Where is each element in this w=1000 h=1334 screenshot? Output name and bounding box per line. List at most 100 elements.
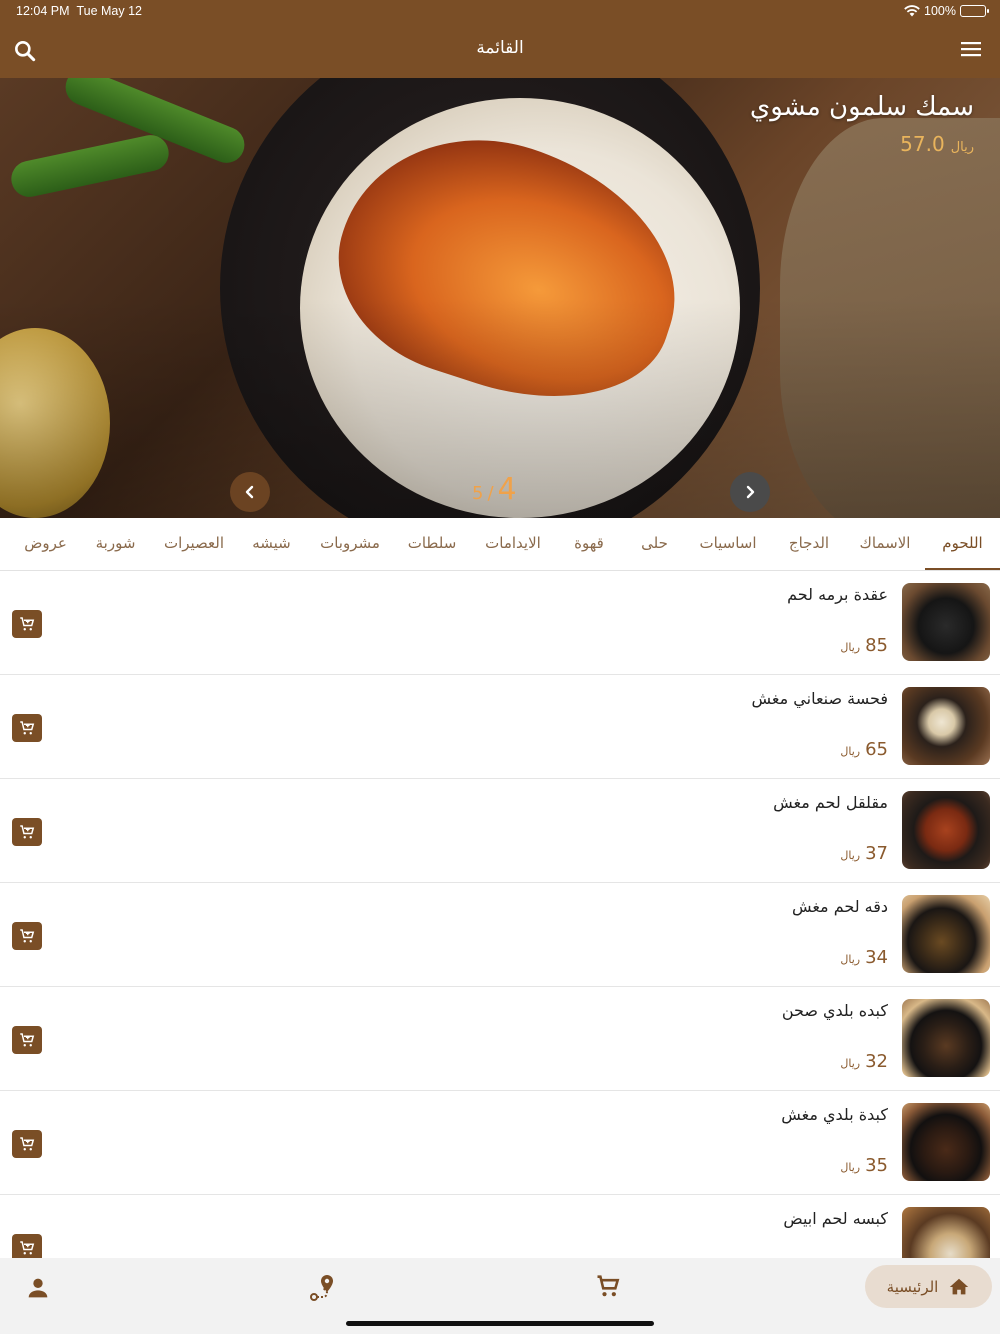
- carousel-prev-button[interactable]: [230, 472, 270, 512]
- list-item[interactable]: دقه لحم مغش 34 ريال: [0, 883, 1000, 987]
- hamburger-menu-icon: [961, 42, 981, 57]
- home-indicator: [346, 1321, 654, 1326]
- nav-home-button[interactable]: الرئيسية: [865, 1265, 992, 1308]
- add-cart-icon: [20, 1241, 35, 1255]
- page-title: القائمة: [476, 38, 524, 58]
- item-name: فحسة صنعاني مغش: [751, 689, 888, 708]
- tab-chicken[interactable]: الدجاج: [778, 518, 840, 570]
- list-item[interactable]: كبده بلدي صحن 32 ريال: [0, 987, 1000, 1091]
- add-to-cart-button[interactable]: [12, 1026, 42, 1054]
- menu-items-list: عقدة برمه لحم 85 ريال فحسة صنعاني مغش 65…: [0, 571, 1000, 1258]
- carousel-next-button[interactable]: [730, 472, 770, 512]
- item-currency: ريال: [840, 641, 861, 654]
- tab-soup[interactable]: شوربة: [88, 518, 143, 570]
- status-date: Tue May 12: [76, 4, 143, 18]
- item-currency: ريال: [840, 1057, 861, 1070]
- status-time: 12:04 PM Tue May 12: [16, 4, 142, 18]
- add-to-cart-button[interactable]: [12, 714, 42, 742]
- item-price-value: 37: [865, 843, 888, 864]
- carousel-counter: 5 / 4: [472, 472, 517, 507]
- item-name: كبدة بلدي مغش: [781, 1105, 888, 1124]
- carousel-separator: /: [487, 483, 494, 504]
- item-name: دقه لحم مغش: [791, 897, 888, 916]
- item-price-value: 34: [865, 947, 888, 968]
- chevron-right-icon: [746, 485, 755, 499]
- tab-desserts[interactable]: حلى: [632, 518, 677, 570]
- item-name: مقلقل لحم مغش: [773, 793, 888, 812]
- cart-icon: [597, 1275, 620, 1297]
- nav-cart-button[interactable]: [594, 1272, 622, 1300]
- item-price-value: 35: [865, 1155, 888, 1176]
- item-price: 65 ريال: [840, 739, 888, 760]
- home-icon: [950, 1278, 969, 1294]
- list-item[interactable]: عقدة برمه لحم 85 ريال: [0, 571, 1000, 675]
- person-icon: [28, 1278, 48, 1298]
- carousel-total: 5: [472, 483, 484, 504]
- featured-banner[interactable]: سمك سلمون مشوي ريال 57.0 5 / 4: [0, 78, 1000, 518]
- item-price: 34 ريال: [840, 947, 888, 968]
- item-name: كبده بلدي صحن: [781, 1001, 888, 1020]
- nav-home-label: الرئيسية: [886, 1277, 939, 1296]
- hero-dish-price: ريال 57.0: [900, 132, 974, 156]
- status-indicators: 100%: [904, 4, 989, 18]
- item-thumbnail: [902, 1103, 990, 1181]
- item-thumbnail: [902, 687, 990, 765]
- route-pin-icon: [310, 1275, 333, 1301]
- wifi-icon: [904, 5, 920, 17]
- tab-basics[interactable]: اساسيات: [695, 518, 761, 570]
- list-item[interactable]: مقلقل لحم مغش 37 ريال: [0, 779, 1000, 883]
- add-to-cart-button[interactable]: [12, 1130, 42, 1158]
- tab-fish[interactable]: الاسماك: [850, 518, 920, 570]
- item-name: عقدة برمه لحم: [787, 585, 888, 604]
- item-price: 32 ريال: [840, 1051, 888, 1072]
- hero-dish-title: سمك سلمون مشوي: [749, 92, 974, 122]
- item-currency: ريال: [840, 849, 861, 862]
- tab-stews[interactable]: الايدامات: [478, 518, 548, 570]
- hero-price-value: 57.0: [900, 132, 945, 156]
- add-to-cart-button[interactable]: [12, 1234, 42, 1258]
- item-name: كبسه لحم ابيض: [783, 1209, 888, 1228]
- item-price-value: 65: [865, 739, 888, 760]
- item-thumbnail: [902, 583, 990, 661]
- item-price: 35 ريال: [840, 1155, 888, 1176]
- menu-button[interactable]: [960, 40, 986, 62]
- nav-profile-button[interactable]: [24, 1274, 52, 1302]
- add-cart-icon: [20, 929, 35, 943]
- tab-coffee[interactable]: قهوة: [563, 518, 615, 570]
- tab-shisha[interactable]: شيشه: [244, 518, 299, 570]
- list-item[interactable]: كبسه لحم ابيض: [0, 1195, 1000, 1258]
- tab-drinks[interactable]: مشروبات: [315, 518, 385, 570]
- nav-tracking-button[interactable]: [306, 1272, 338, 1304]
- app-header: 12:04 PM Tue May 12 100% القائمة: [0, 0, 1000, 78]
- item-currency: ريال: [840, 745, 861, 758]
- tab-juices[interactable]: العصيرات: [158, 518, 230, 570]
- add-to-cart-button[interactable]: [12, 922, 42, 950]
- add-to-cart-button[interactable]: [12, 610, 42, 638]
- add-cart-icon: [20, 1137, 35, 1151]
- item-thumbnail: [902, 895, 990, 973]
- item-thumbnail: [902, 999, 990, 1077]
- carousel-current: 4: [497, 472, 517, 507]
- battery-percent: 100%: [924, 4, 956, 18]
- chevron-left-icon: [245, 485, 254, 499]
- add-cart-icon: [20, 825, 35, 839]
- item-price: 37 ريال: [840, 843, 888, 864]
- tab-meat[interactable]: اللحوم: [925, 518, 1000, 570]
- item-currency: ريال: [840, 1161, 861, 1174]
- item-currency: ريال: [840, 953, 861, 966]
- add-cart-icon: [20, 1033, 35, 1047]
- add-to-cart-button[interactable]: [12, 818, 42, 846]
- list-item[interactable]: كبدة بلدي مغش 35 ريال: [0, 1091, 1000, 1195]
- item-price-value: 85: [865, 635, 888, 656]
- category-tabs: اللحوم الاسماك الدجاج اساسيات حلى قهوة ا…: [0, 518, 1000, 571]
- add-cart-icon: [20, 617, 35, 631]
- hero-currency: ريال: [950, 140, 974, 155]
- battery-icon: [960, 5, 989, 17]
- item-thumbnail: [902, 1207, 990, 1258]
- add-cart-icon: [20, 721, 35, 735]
- list-item[interactable]: فحسة صنعاني مغش 65 ريال: [0, 675, 1000, 779]
- tab-salads[interactable]: سلطات: [402, 518, 462, 570]
- item-price-value: 32: [865, 1051, 888, 1072]
- tab-offers[interactable]: عروض: [18, 518, 73, 570]
- item-price: 85 ريال: [840, 635, 888, 656]
